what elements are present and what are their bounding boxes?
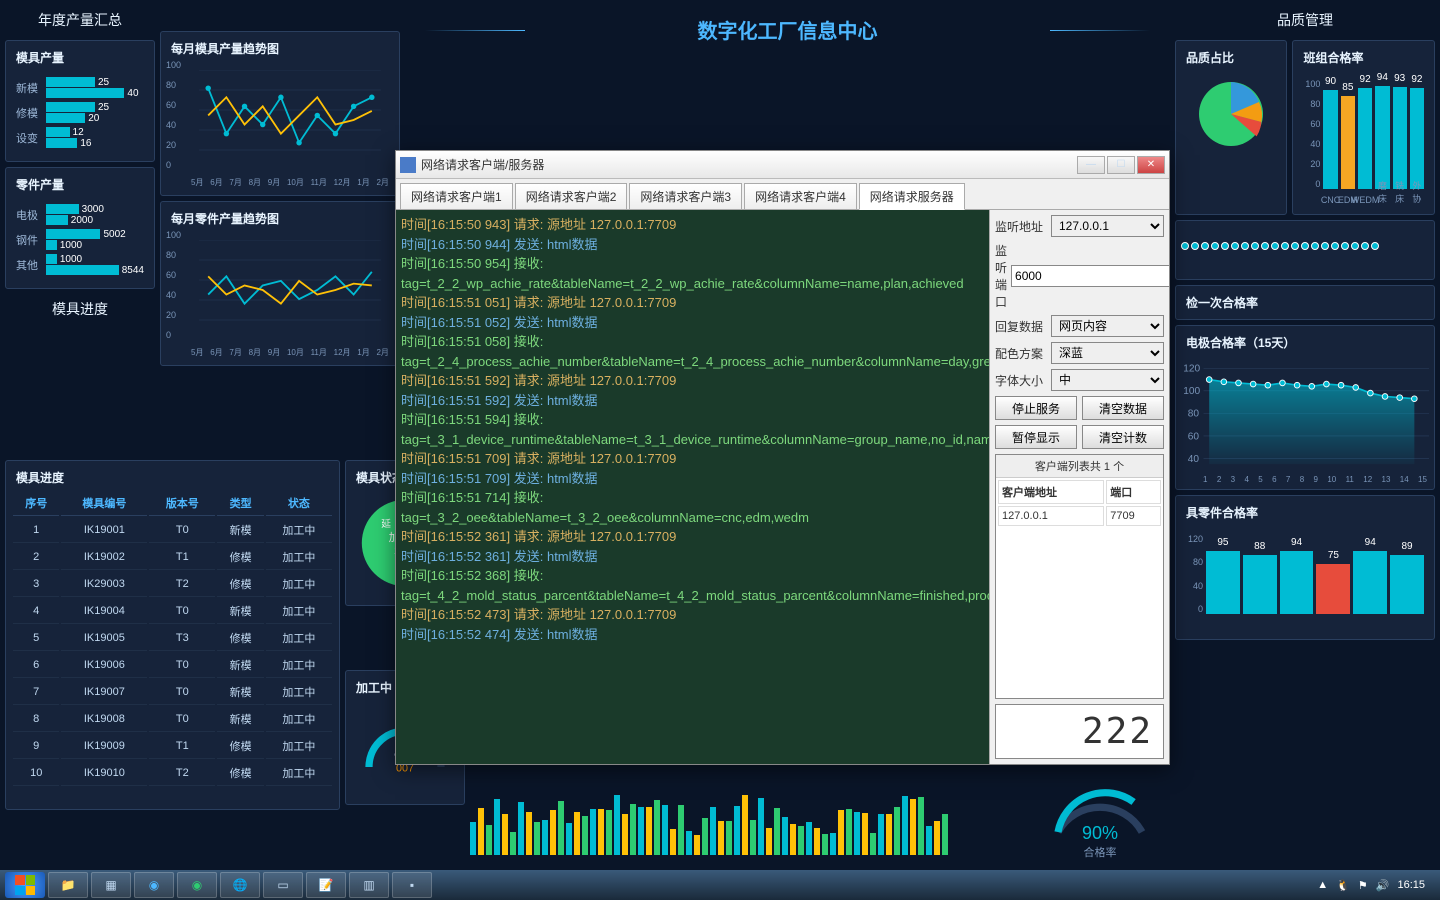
dialog-tabs: 网络请求客户端1网络请求客户端2网络请求客户端3网络请求客户端4网络请求服务器 — [396, 179, 1169, 210]
flag-icon[interactable]: ⚑ — [1358, 879, 1368, 892]
task-explorer[interactable]: 📁 — [48, 872, 88, 898]
pause-display-button[interactable]: 暂停显示 — [995, 425, 1077, 449]
font-size-label: 字体大小 — [995, 372, 1047, 389]
part-pass-title: 具零件合格率 — [1181, 501, 1429, 524]
mold-progress-section-title: 模具进度 — [5, 294, 155, 324]
app-icon — [400, 157, 416, 173]
oee-gauge: 90% 合格率 — [1030, 766, 1170, 860]
table-row[interactable]: 9IK19009T1修模加工中 — [13, 734, 332, 759]
task-cmd[interactable]: ▪ — [392, 872, 432, 898]
listen-addr-select[interactable]: 127.0.0.1 — [1051, 215, 1164, 237]
table-row[interactable]: 8IK19008T0新模加工中 — [13, 707, 332, 732]
dot-line-panel — [1175, 220, 1435, 280]
font-size-select[interactable]: 中 — [1051, 369, 1164, 391]
tab-0[interactable]: 网络请求客户端1 — [400, 183, 513, 209]
console-log[interactable]: 时间[16:15:50 943] 请求: 源地址 127.0.0.1:7709时… — [396, 210, 989, 764]
table-row[interactable]: 10IK19010T2修模加工中 — [13, 761, 332, 786]
counter-display: 222 — [995, 704, 1164, 759]
task-notepad[interactable]: 📝 — [306, 872, 346, 898]
mold-progress-table: 序号模具编号版本号类型状态1IK19001T0新模加工中2IK19002T1修模… — [11, 489, 334, 788]
reply-data-label: 回复数据 — [995, 318, 1047, 335]
task-app3[interactable]: ◉ — [134, 872, 174, 898]
annual-output-title: 年度产量汇总 — [5, 5, 155, 35]
quality-pie — [1191, 74, 1271, 154]
scheme-label: 配色方案 — [995, 345, 1047, 362]
svg-text:延: 延 — [381, 518, 391, 530]
team-pass-chart: 100806040200 90CNC85EDM92WEDM94磨床93铣床92外… — [1298, 69, 1429, 209]
mold-output-panel: 模具产量 新模2540修模2520设变1216 — [5, 40, 155, 162]
svg-text:60: 60 — [1188, 431, 1200, 442]
system-tray[interactable]: ▲ 🐧 ⚑ 🔊 16:15 — [1317, 879, 1435, 892]
monthly-part-chart: 100806040200 5月6月7月8月9月10月11月12月1月2月 — [166, 230, 394, 360]
stop-service-button[interactable]: 停止服务 — [995, 396, 1077, 420]
side-panel: 监听地址127.0.0.1 监听端口 回复数据网页内容 配色方案深蓝 字体大小中… — [989, 210, 1169, 764]
table-row[interactable]: 3IK29003T2修模加工中 — [13, 572, 332, 597]
qq-icon[interactable]: 🐧 — [1336, 879, 1350, 892]
electrode-pass-panel: 电极合格率（15天） 120100806040 1234567891011121… — [1175, 325, 1435, 490]
task-chrome[interactable]: 🌐 — [220, 872, 260, 898]
electrode-pass-title: 电极合格率（15天） — [1181, 331, 1429, 354]
reply-data-select[interactable]: 网页内容 — [1051, 315, 1164, 337]
task-app8[interactable]: ▥ — [349, 872, 389, 898]
scheme-select[interactable]: 深蓝 — [1051, 342, 1164, 364]
dialog-titlebar[interactable]: 网络请求客户端/服务器 — ☐ ✕ — [396, 151, 1169, 179]
table-row[interactable]: 7IK19007T0新模加工中 — [13, 680, 332, 705]
monthly-part-panel: 每月零件产量趋势图 100806040200 5月6月7月8月9月10月11月1… — [160, 201, 400, 366]
main-header: 数字化工厂信息中心 — [405, 5, 1170, 54]
first-pass-panel: 检一次合格率 — [1175, 285, 1435, 320]
svg-text:100: 100 — [1183, 386, 1200, 397]
task-app2[interactable]: ▦ — [91, 872, 131, 898]
svg-text:80: 80 — [1188, 409, 1200, 420]
monthly-mold-title: 每月模具产量趋势图 — [166, 37, 394, 60]
listen-addr-label: 监听地址 — [995, 218, 1047, 235]
electrode-chart: 120100806040 123456789101112131415 — [1181, 354, 1429, 484]
tab-1[interactable]: 网络请求客户端2 — [515, 183, 628, 209]
tab-4[interactable]: 网络请求服务器 — [859, 183, 965, 210]
listen-port-label: 监听端口 — [995, 242, 1007, 310]
monthly-mold-panel: 每月模具产量趋势图 100806040200 5月6月7月8月9月10月11月1… — [160, 31, 400, 196]
svg-text:120: 120 — [1183, 364, 1200, 375]
table-row[interactable]: 6IK19006T0新模加工中 — [13, 653, 332, 678]
tray-icon[interactable]: ▲ — [1317, 879, 1328, 891]
table-row[interactable]: 1IK19001T0新模加工中 — [13, 518, 332, 543]
clear-count-button[interactable]: 清空计数 — [1082, 425, 1164, 449]
monthly-part-title: 每月零件产量趋势图 — [166, 207, 394, 230]
clear-data-button[interactable]: 清空数据 — [1082, 396, 1164, 420]
part-output-title: 零件产量 — [11, 173, 149, 196]
table-row[interactable]: 4IK19004T0新模加工中 — [13, 599, 332, 624]
maximize-button[interactable]: ☐ — [1107, 156, 1135, 174]
part-output-panel: 零件产量 电极30002000钢件50021000其他10008544 — [5, 167, 155, 289]
quality-ratio-panel: 品质占比 — [1175, 40, 1287, 215]
table-row[interactable]: 5IK19005T3修模加工中 — [13, 626, 332, 651]
task-app4[interactable]: ◉ — [177, 872, 217, 898]
client-list: 客户端列表共 1 个 客户端地址端口127.0.0.17709 — [995, 454, 1164, 699]
listen-port-input[interactable] — [1011, 265, 1169, 287]
close-button[interactable]: ✕ — [1137, 156, 1165, 174]
monthly-mold-chart: 100806040200 5月6月7月8月9月10月11月12月1月2月 — [166, 60, 394, 190]
tab-3[interactable]: 网络请求客户端4 — [744, 183, 857, 209]
volume-icon[interactable]: 🔊 — [1376, 879, 1390, 892]
tab-2[interactable]: 网络请求客户端3 — [629, 183, 742, 209]
task-app6[interactable]: ▭ — [263, 872, 303, 898]
client-list-title: 客户端列表共 1 个 — [996, 455, 1163, 478]
part-pass-panel: 具零件合格率 12080400 958894759489 — [1175, 495, 1435, 640]
dialog-title: 网络请求客户端/服务器 — [421, 156, 1077, 173]
team-pass-panel: 班组合格率 100806040200 90CNC85EDM92WEDM94磨床9… — [1292, 40, 1435, 215]
quality-section-title: 品质管理 — [1175, 5, 1435, 35]
first-pass-title: 检一次合格率 — [1181, 291, 1429, 314]
minimize-button[interactable]: — — [1077, 156, 1105, 174]
taskbar[interactable]: 📁 ▦ ◉ ◉ 🌐 ▭ 📝 ▥ ▪ ▲ 🐧 ⚑ 🔊 16:15 — [0, 870, 1440, 900]
svg-text:40: 40 — [1188, 454, 1200, 465]
mold-progress-panel: 模具进度 序号模具编号版本号类型状态1IK19001T0新模加工中2IK1900… — [5, 460, 340, 810]
start-button[interactable] — [5, 872, 45, 898]
clock[interactable]: 16:15 — [1397, 879, 1425, 891]
bottom-bars — [470, 795, 1010, 865]
network-dialog[interactable]: 网络请求客户端/服务器 — ☐ ✕ 网络请求客户端1网络请求客户端2网络请求客户… — [395, 150, 1170, 765]
table-row[interactable]: 2IK19002T1修模加工中 — [13, 545, 332, 570]
mold-progress-title: 模具进度 — [11, 466, 334, 489]
team-pass-title: 班组合格率 — [1298, 46, 1429, 69]
quality-ratio-title: 品质占比 — [1181, 46, 1281, 69]
part-pass-chart: 12080400 958894759489 — [1181, 524, 1429, 634]
mold-output-title: 模具产量 — [11, 46, 149, 69]
